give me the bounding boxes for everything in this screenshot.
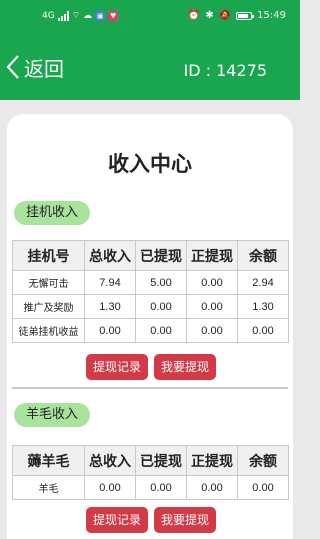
chevron-left-icon bbox=[6, 55, 19, 79]
table-cell: 7.94 bbox=[84, 270, 136, 295]
table-cell: 0.00 bbox=[84, 475, 136, 500]
status-left-icons: 4G ⌔ ☁ ▣ ♥ bbox=[42, 10, 119, 21]
income-table-wool: 薅羊毛 总收入 已提现 正提现 余额 羊毛 0.00 0.00 0.00 0.0… bbox=[12, 445, 289, 500]
table-cell: 0.00 bbox=[186, 294, 238, 319]
table-cell: 1.30 bbox=[237, 294, 289, 319]
column-header: 薅羊毛 bbox=[12, 445, 85, 476]
app-header: 4G ⌔ ☁ ▣ ♥ ⏰ ✱ 🔕 15:49 返回 ID : 14275 bbox=[0, 0, 300, 100]
table-header-row: 挂机号 总收入 已提现 正提现 余额 bbox=[12, 240, 289, 271]
page-title: 收入中心 bbox=[108, 152, 192, 176]
bluetooth-off-icon: ✱ bbox=[205, 10, 214, 21]
column-header: 挂机号 bbox=[12, 240, 85, 271]
status-time: 15:49 bbox=[257, 10, 286, 21]
column-header: 已提现 bbox=[135, 445, 187, 476]
withdraw-button[interactable]: 我要提现 bbox=[154, 354, 217, 380]
column-header: 正提现 bbox=[186, 240, 238, 271]
withdraw-button[interactable]: 我要提现 bbox=[154, 507, 217, 533]
column-header: 总收入 bbox=[84, 445, 136, 476]
table-cell: 0.00 bbox=[186, 318, 238, 343]
table-row: 无懈可击 7.94 5.00 0.00 2.94 bbox=[12, 270, 289, 295]
column-header: 正提现 bbox=[186, 445, 238, 476]
battery-icon bbox=[236, 11, 255, 20]
table-row: 徒弟挂机收益 0.00 0.00 0.00 0.00 bbox=[12, 318, 289, 343]
table-cell: 5.00 bbox=[135, 270, 187, 295]
user-id: ID : 14275 bbox=[183, 61, 268, 80]
mute-icon: 🔕 bbox=[218, 10, 232, 21]
table-cell: 1.30 bbox=[84, 294, 136, 319]
column-header: 余额 bbox=[237, 445, 289, 476]
status-right-icons: ⏰ ✱ 🔕 15:49 bbox=[188, 10, 286, 21]
wifi-icon: ⌔ bbox=[71, 11, 81, 21]
table-cell: 羊毛 bbox=[12, 475, 85, 500]
status-bar: 4G ⌔ ☁ ▣ ♥ ⏰ ✱ 🔕 15:49 bbox=[0, 0, 300, 36]
app-notification-icon: ♥ bbox=[108, 10, 119, 21]
back-label: 返回 bbox=[24, 56, 64, 81]
column-header: 总收入 bbox=[84, 240, 136, 271]
column-header: 已提现 bbox=[135, 240, 187, 271]
table-cell: 0.00 bbox=[135, 294, 187, 319]
signal-icon bbox=[57, 10, 69, 21]
table-cell: 0.00 bbox=[135, 475, 187, 500]
withdraw-history-button[interactable]: 提现记录 bbox=[86, 507, 149, 533]
section-title-pill: 挂机收入 bbox=[14, 201, 91, 225]
column-header: 余额 bbox=[237, 240, 289, 271]
table-cell: 0.00 bbox=[186, 270, 238, 295]
table-cell: 0.00 bbox=[186, 475, 238, 500]
table-header-row: 薅羊毛 总收入 已提现 正提现 余额 bbox=[12, 445, 289, 476]
table-cell: 0.00 bbox=[237, 475, 289, 500]
alarm-icon: ⏰ bbox=[187, 10, 201, 21]
income-table-idle: 挂机号 总收入 已提现 正提现 余额 无懈可击 7.94 5.00 0.00 2… bbox=[12, 240, 289, 343]
table-cell: 0.00 bbox=[84, 318, 136, 343]
section-title-pill: 羊毛收入 bbox=[14, 403, 91, 427]
table-cell: 推广及奖励 bbox=[12, 294, 85, 319]
section-divider bbox=[12, 387, 288, 389]
network-type-label: 4G bbox=[42, 10, 55, 21]
table-cell: 0.00 bbox=[135, 318, 187, 343]
table-cell: 2.94 bbox=[237, 270, 289, 295]
app-notification-icon: ▣ bbox=[95, 10, 106, 21]
withdraw-history-button[interactable]: 提现记录 bbox=[86, 354, 149, 380]
back-button[interactable]: 返回 bbox=[4, 50, 64, 84]
table-cell: 徒弟挂机收益 bbox=[12, 318, 85, 343]
cloud-icon: ☁ bbox=[83, 10, 93, 21]
table-cell: 无懈可击 bbox=[12, 270, 85, 295]
table-row: 羊毛 0.00 0.00 0.00 0.00 bbox=[12, 475, 289, 500]
table-row: 推广及奖励 1.30 0.00 0.00 1.30 bbox=[12, 294, 289, 319]
table-cell: 0.00 bbox=[237, 318, 289, 343]
